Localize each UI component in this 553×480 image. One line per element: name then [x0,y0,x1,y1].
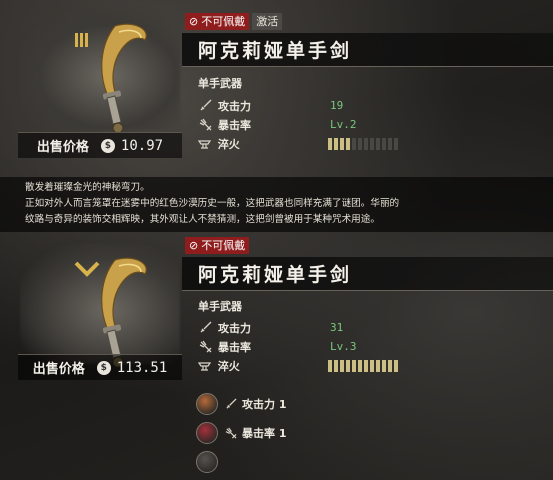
forge-level-segment [352,137,356,150]
stat-attack-value: 31 [330,321,344,334]
sell-price: 出售价格 $ 113.51 [18,354,182,380]
forge-level-segment [334,359,338,372]
activated-badge: 激活 [252,13,283,30]
item-thumbnail[interactable] [20,10,180,134]
item-type: 单手武器 [198,77,242,90]
forge-level-segment [334,137,338,150]
forge-level-segment [352,359,356,372]
sell-price-value: 113.51 [116,359,168,376]
forge-level-segment [394,137,398,150]
forge-level-segment [346,359,350,372]
gem-socket-crit[interactable]: 暴击率 1 [196,418,286,447]
chevron-down-icon [74,261,100,277]
gem-socket-attack[interactable]: 攻击力 1 [196,389,286,418]
forge-level-segment [376,137,380,150]
gem-socket-empty[interactable] [196,447,286,476]
stat-crit: 暴击率 Lv.3 [198,337,398,356]
item-name: 阿克莉娅单手剑 [182,33,553,67]
forge-level-segment [370,359,374,372]
crit-gem-icon [196,421,218,444]
forge-level-segment [364,359,368,372]
sword-icon [224,397,238,411]
description-line-2: 正如对外人而言笼罩在迷雾中的红色沙漠历史一般，这把武器也同样充满了谜团。华丽的 [25,198,400,209]
sword-icon [198,99,212,113]
stat-attack-value: 19 [330,99,344,112]
crit-icon [198,340,212,354]
gem-label: 攻击力 1 [242,397,287,411]
sell-price-label: 出售价格 [36,140,89,155]
stat-crit: 暴击率 Lv.2 [198,115,398,134]
forge-level-segment [340,137,344,150]
forge-level-segment [388,137,392,150]
sell-price-value: 10.97 [120,137,164,154]
forge-level-segment [328,359,332,372]
stat-attack: 攻击力 19 [198,96,398,115]
not-wearable-badge: ⊘ 不可佩戴 [185,237,250,254]
item-type: 单手武器 [198,300,242,313]
item-card-1[interactable]: 出售价格 $ 10.97 ⊘ 不可佩戴 激活 阿克莉娅单手剑 单手武器 攻击力 … [0,0,553,175]
forge-icon [198,359,212,373]
sell-price-label: 出售价格 [32,362,85,377]
forge-level-segment [340,359,344,372]
forge-level-segment [388,359,392,372]
badges: ⊘ 不可佩戴 激活 [185,13,283,30]
forge-level-segment [382,359,386,372]
description-line-3: 纹路与奇异的装饰交相辉映，其外观让人不禁猜测，这把剑曾被用于某种咒术用途。 [25,214,380,225]
sell-price: 出售价格 $ 10.97 [18,132,182,158]
forge-level-segment [370,137,374,150]
forge-level-bar [328,137,398,150]
forge-level-segment [328,137,332,150]
description-line-1: 散发着璀璨金光的神秘弯刀。 [25,182,150,193]
forge-level-segment [358,359,362,372]
item-thumbnail[interactable] [20,244,180,368]
forge-level-segment [394,359,398,372]
attack-gem-icon [196,392,218,415]
sword-icon [198,321,212,335]
item-description: 散发着璀璨金光的神秘弯刀。 正如对外人而言笼罩在迷雾中的红色沙漠历史一般，这把武… [0,177,553,232]
forge-level-segment [376,359,380,372]
stat-list: 攻击力 31 暴击率 Lv.3 淬火 [198,318,398,375]
stat-forge: 淬火 [198,134,398,153]
forge-level-segment [364,137,368,150]
forge-level-segment [346,137,350,150]
badges: ⊘ 不可佩戴 [185,237,250,254]
gem-label: 暴击率 1 [242,426,287,440]
forge-level-segment [382,137,386,150]
gem-sockets: 攻击力 1 暴击率 1 [196,389,286,476]
forge-level-bar [328,359,398,372]
forge-icon [198,137,212,151]
coin-icon: $ [96,360,111,375]
crit-icon [198,118,212,132]
forbidden-icon: ⊘ [189,239,199,252]
stat-attack: 攻击力 31 [198,318,398,337]
stat-list: 攻击力 19 暴击率 Lv.2 淬火 [198,96,398,153]
stat-crit-value: Lv.2 [330,118,357,131]
forbidden-icon: ⊘ [189,15,199,28]
forge-level-segment [358,137,362,150]
not-wearable-badge: ⊘ 不可佩戴 [185,13,250,30]
stat-crit-value: Lv.3 [330,340,357,353]
rarity-marker [75,32,90,51]
stat-forge: 淬火 [198,356,398,375]
item-card-2[interactable]: 出售价格 $ 113.51 ⊘ 不可佩戴 阿克莉娅单手剑 单手武器 攻击力 31… [0,234,553,480]
crit-icon [224,426,238,440]
item-name: 阿克莉娅单手剑 [182,257,553,291]
coin-icon: $ [100,138,115,153]
empty-socket-icon [196,450,218,473]
